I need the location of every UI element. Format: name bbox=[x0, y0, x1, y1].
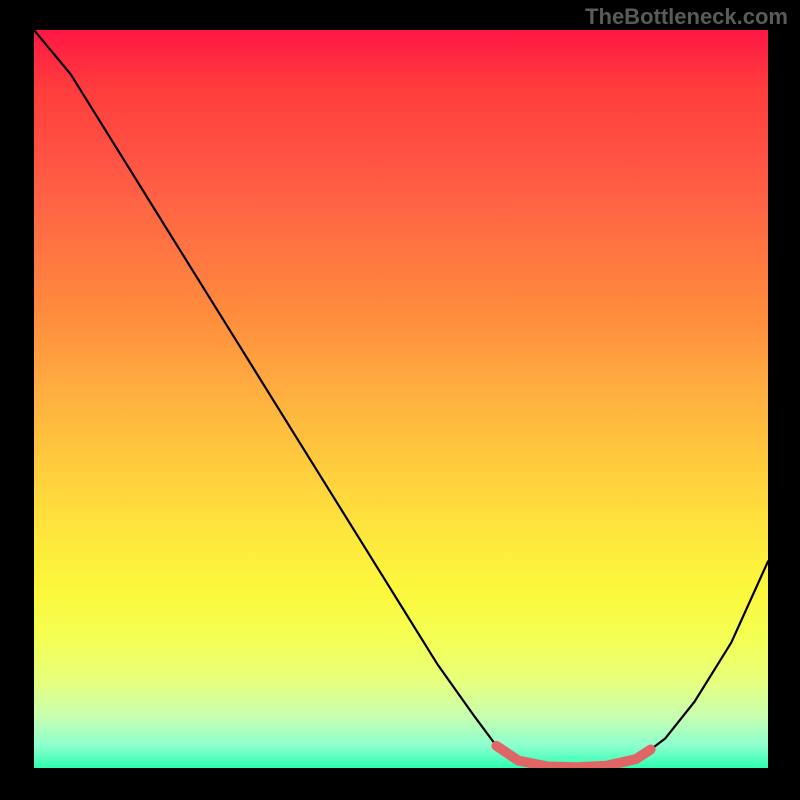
watermark-text: TheBottleneck.com bbox=[585, 4, 788, 30]
bottleneck-curve bbox=[34, 30, 768, 768]
optimal-zone-marker bbox=[496, 746, 650, 767]
chart-svg bbox=[34, 30, 768, 768]
chart-plot-area bbox=[34, 30, 768, 768]
